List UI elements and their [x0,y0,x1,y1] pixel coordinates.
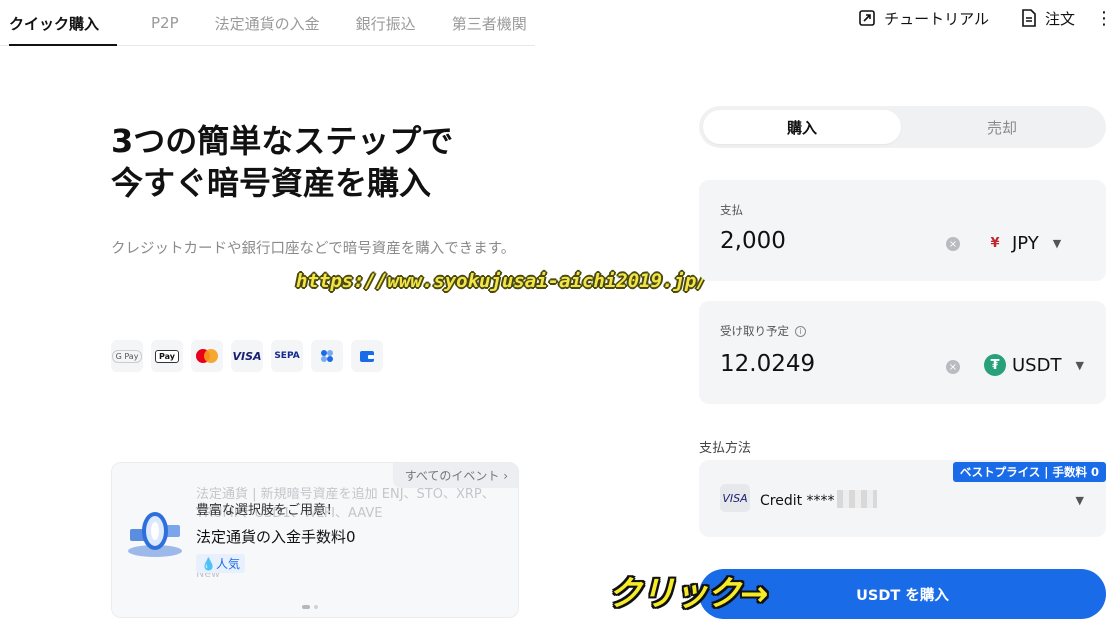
payment-method-select[interactable]: ベストプライス | 手数料 0 VISA Credit **** ▼ [699,460,1106,537]
tab-quick-buy[interactable]: クイック購入 [0,0,118,46]
payment-method-label: 支払方法 [699,441,752,456]
masked-digits [836,490,877,508]
receive-amount-box: 受け取り予定 i 12.0249 × ₮ USDT ▼ [699,301,1106,404]
bank-dots-icon [311,340,343,372]
payment-method-icons: G Pay Pay VISA SEPA [111,340,391,372]
more-menu-icon[interactable]: ⋮ [1095,8,1113,29]
title-line-1: 3つの簡単なステップで [111,122,454,160]
pay-label: 支払 [720,203,743,217]
clear-pay-icon[interactable]: × [946,237,960,251]
pay-amount-box: 支払 2,000 × ¥ JPY ▼ [699,180,1106,281]
watermark-url: https://www.syokujusai-aichi2019.jp/ [296,270,708,292]
event-line-1: 豊富な選択肢をご用意！ [196,503,340,518]
tutorial-link[interactable]: チュートリアル [858,8,989,29]
apple-pay-icon: Pay [151,340,183,372]
title-line-2: 今すぐ暗号資産を購入 [111,164,432,202]
tutorial-icon [859,10,875,26]
tutorial-label: チュートリアル [884,9,989,28]
buy-tab[interactable]: 購入 [703,110,901,144]
sell-tab[interactable]: 売却 [903,110,1101,144]
orders-label: 注文 [1044,9,1075,28]
popular-tag-label: 人気 [215,557,240,571]
orders-link[interactable]: 注文 [1021,8,1075,29]
usdt-icon: ₮ [984,354,1006,376]
wallet-icon [351,340,383,372]
tab-bar: クイック購入 P2P 法定通貨の入金 銀行振込 第三者機関 [0,0,535,46]
jpy-icon: ¥ [990,235,1000,251]
receive-currency-select[interactable]: ₮ USDT ▼ [984,354,1084,376]
receive-amount-input[interactable]: 12.0249 [720,351,815,377]
buy-sell-toggle: 購入 売却 [699,106,1106,148]
sepa-icon: SEPA [271,340,303,372]
chevron-down-icon: ▼ [1052,236,1062,250]
tab-fiat-deposit[interactable]: 法定通貨の入金 [197,0,338,46]
carousel-dot[interactable] [314,605,318,609]
pay-amount-input[interactable]: 2,000 [720,228,786,254]
page-subtitle: クレジットカードや銀行口座などで暗号資産を購入できます。 [111,241,516,257]
carousel-dots[interactable] [302,605,318,609]
visa-card-icon: VISA [720,484,750,512]
receive-currency-label: USDT [1012,354,1062,376]
chevron-down-icon: ▼ [1075,494,1084,507]
nav-right: チュートリアル 注文 ⋮ [826,0,1117,36]
fire-icon: 💧 [201,557,216,571]
mastercard-icon [191,340,223,372]
popular-tag: 💧人気 [196,554,245,573]
chevron-down-icon: ▼ [1075,358,1084,372]
best-price-badge: ベストプライス | 手数料 0 [952,462,1106,482]
event-line-2: 法定通貨の入金手数料0 [196,528,356,546]
top-nav: クイック購入 P2P 法定通貨の入金 銀行振込 第三者機関 チュートリアル 注文… [0,0,1117,46]
tab-third-party[interactable]: 第三者機関 [434,0,545,46]
zero-fee-illustration-icon [128,512,182,557]
pay-currency-select[interactable]: ¥ JPY ▼ [984,232,1061,254]
info-icon[interactable]: i [795,326,806,337]
click-annotation: クリック→ [608,574,768,614]
tab-bank-transfer[interactable]: 銀行振込 [338,0,434,46]
event-banner[interactable]: すべてのイベント › 法定通貨 | 新規暗号資産を追加 ENJ、STO、XRP、… [111,462,519,618]
pay-currency-label: JPY [1012,232,1039,254]
receive-label: 受け取り予定 [720,324,789,338]
receive-label-row: 受け取り予定 i [720,323,806,339]
clear-receive-icon[interactable]: × [946,360,960,374]
document-icon [1022,9,1036,27]
tab-p2p[interactable]: P2P [117,0,197,46]
card-number: Credit **** [760,490,877,509]
google-pay-icon: G Pay [111,340,143,372]
visa-icon: VISA [231,340,263,372]
page-title: 3つの簡単なステップで 今すぐ暗号資産を購入 [111,120,531,204]
carousel-dot-active[interactable] [302,605,310,609]
